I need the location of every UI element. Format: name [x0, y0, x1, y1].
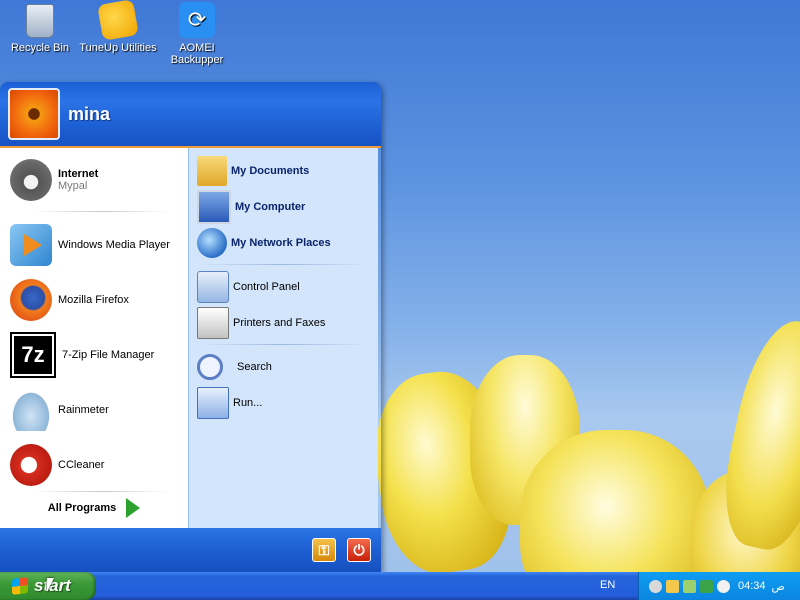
tray-network-icon[interactable] — [700, 579, 713, 593]
language-indicator[interactable]: EN — [600, 579, 615, 591]
run-icon — [197, 387, 229, 419]
place-label: My Computer — [235, 201, 306, 213]
magnifier-icon — [197, 354, 223, 380]
desktop-icon-aomei[interactable]: ⟳ AOMEI Backupper — [157, 2, 237, 66]
place-label: Search — [237, 361, 272, 373]
start-menu-places-pane: My Documents My Computer My Network Plac… — [188, 148, 378, 528]
desktop-icon-recycle-bin[interactable]: Recycle Bin — [0, 2, 80, 54]
green-arrow-icon — [126, 498, 141, 518]
place-my-computer[interactable]: My Computer — [189, 190, 378, 224]
separator — [34, 491, 169, 492]
place-label: Printers and Faxes — [233, 317, 326, 329]
computer-icon — [197, 190, 231, 224]
mouse-cursor-icon — [47, 578, 54, 592]
recycle-bin-icon — [26, 4, 54, 38]
program-label: Windows Media Player — [58, 239, 170, 251]
separator — [199, 264, 369, 265]
start-menu-programs-pane: Internet Mypal Windows Media Player Mozi… — [0, 148, 188, 528]
place-label: My Documents — [231, 165, 310, 177]
program-mozilla-firefox[interactable]: Mozilla Firefox — [0, 275, 188, 325]
place-control-panel[interactable]: Control Panel — [189, 270, 378, 304]
start-menu: mina Internet Mypal Windows Media Player… — [0, 82, 381, 572]
program-label: Mozilla Firefox — [58, 294, 129, 306]
place-printers-faxes[interactable]: Printers and Faxes — [189, 306, 378, 340]
pinned-subtitle: Mypal — [58, 180, 88, 192]
place-my-network-places[interactable]: My Network Places — [189, 226, 378, 260]
clock[interactable]: 04:34 — [738, 580, 766, 592]
tray-usb-icon[interactable] — [683, 579, 696, 593]
place-label: Control Panel — [233, 281, 300, 293]
tray-volume-icon[interactable] — [717, 579, 730, 593]
system-tray: 04:34 ص — [638, 572, 800, 600]
separator — [34, 211, 169, 212]
program-label: Rainmeter — [58, 404, 109, 416]
firefox-icon — [10, 279, 52, 321]
program-7zip[interactable]: 7z 7-Zip File Manager — [0, 330, 188, 380]
place-label: My Network Places — [231, 237, 331, 249]
folder-icon — [197, 156, 227, 186]
place-run[interactable]: Run... — [189, 386, 378, 420]
start-menu-footer: ⚿ ⏻ — [0, 528, 381, 572]
program-rainmeter[interactable]: Rainmeter — [0, 385, 188, 435]
all-programs-button[interactable]: All Programs — [0, 494, 188, 522]
user-avatar[interactable] — [8, 88, 60, 140]
control-panel-icon — [197, 271, 229, 303]
7zip-icon: 7z — [10, 332, 56, 378]
place-search[interactable]: Search — [189, 350, 378, 384]
desktop-icon-tuneup[interactable]: TuneUp Utilities — [78, 0, 158, 54]
separator — [199, 344, 369, 345]
clock-period: ص — [771, 580, 785, 593]
tray-users-icon[interactable] — [666, 579, 679, 593]
power-icon: ⏻ — [353, 541, 365, 558]
windows-flag-icon — [12, 577, 28, 595]
desktop-icon-label: Recycle Bin — [10, 42, 70, 54]
network-globe-icon — [197, 228, 227, 258]
turn-off-button[interactable]: ⏻ — [347, 538, 371, 562]
aomei-icon: ⟳ — [179, 2, 215, 38]
program-windows-media-player[interactable]: Windows Media Player — [0, 220, 188, 270]
mypal-icon — [10, 159, 52, 201]
place-label: Run... — [233, 397, 263, 409]
program-ccleaner[interactable]: CCleaner — [0, 440, 188, 490]
program-label: CCleaner — [58, 459, 105, 471]
tray-minus-icon[interactable] — [649, 579, 662, 593]
start-menu-header: mina — [0, 82, 381, 146]
desktop-icon-label: AOMEI Backupper — [170, 42, 224, 66]
taskbar: start EN 04:34 ص — [0, 572, 800, 600]
program-label: 7-Zip File Manager — [62, 349, 155, 361]
desktop-icon-label: TuneUp Utilities — [79, 42, 157, 54]
tuneup-icon — [97, 0, 139, 41]
place-my-documents[interactable]: My Documents — [189, 154, 378, 188]
start-menu-body: Internet Mypal Windows Media Player Mozi… — [0, 146, 381, 528]
rainmeter-icon — [10, 389, 52, 431]
ccleaner-icon — [10, 444, 52, 486]
key-icon: ⚿ — [318, 541, 330, 558]
pinned-internet[interactable]: Internet Mypal — [0, 154, 188, 206]
log-off-button[interactable]: ⚿ — [312, 538, 336, 562]
user-name: mina — [68, 103, 111, 124]
windows-media-player-icon — [10, 224, 52, 266]
printer-icon — [197, 307, 229, 339]
all-programs-label: All Programs — [47, 502, 117, 514]
pinned-title: Internet — [58, 168, 99, 180]
